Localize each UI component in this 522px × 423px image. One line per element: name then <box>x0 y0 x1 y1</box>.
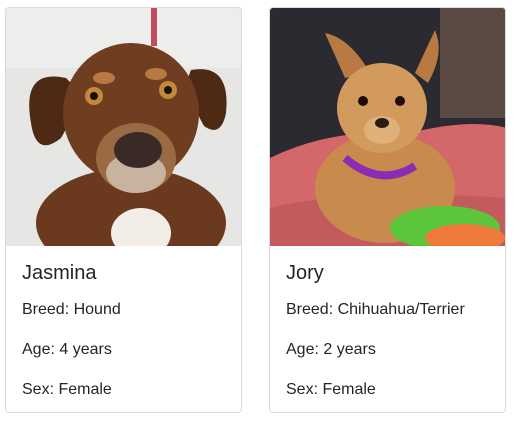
pet-breed: Breed: Chihuahua/Terrier <box>286 301 465 318</box>
pet-card-body: Jasmina Breed: Hound Age: 4 years Sex: F… <box>6 246 241 400</box>
dog-photo-icon <box>270 8 505 246</box>
pet-sex: Sex: Female <box>22 381 112 398</box>
pet-photo[interactable] <box>6 8 241 246</box>
pet-card-grid: Jasmina Breed: Hound Age: 4 years Sex: F… <box>0 0 522 423</box>
pet-card[interactable]: Jory Breed: Chihuahua/Terrier Age: 2 yea… <box>269 7 506 413</box>
pet-age: Age: 4 years <box>22 341 112 358</box>
pet-card[interactable]: Jasmina Breed: Hound Age: 4 years Sex: F… <box>5 7 242 413</box>
pet-breed: Breed: Hound <box>22 301 121 318</box>
pet-card-body: Jory Breed: Chihuahua/Terrier Age: 2 yea… <box>270 246 505 400</box>
dog-photo-icon <box>6 8 241 246</box>
pet-name[interactable]: Jasmina <box>22 260 225 286</box>
pet-name[interactable]: Jory <box>286 260 489 286</box>
pet-photo[interactable] <box>270 8 505 246</box>
pet-age: Age: 2 years <box>286 341 376 358</box>
pet-sex: Sex: Female <box>286 381 376 398</box>
